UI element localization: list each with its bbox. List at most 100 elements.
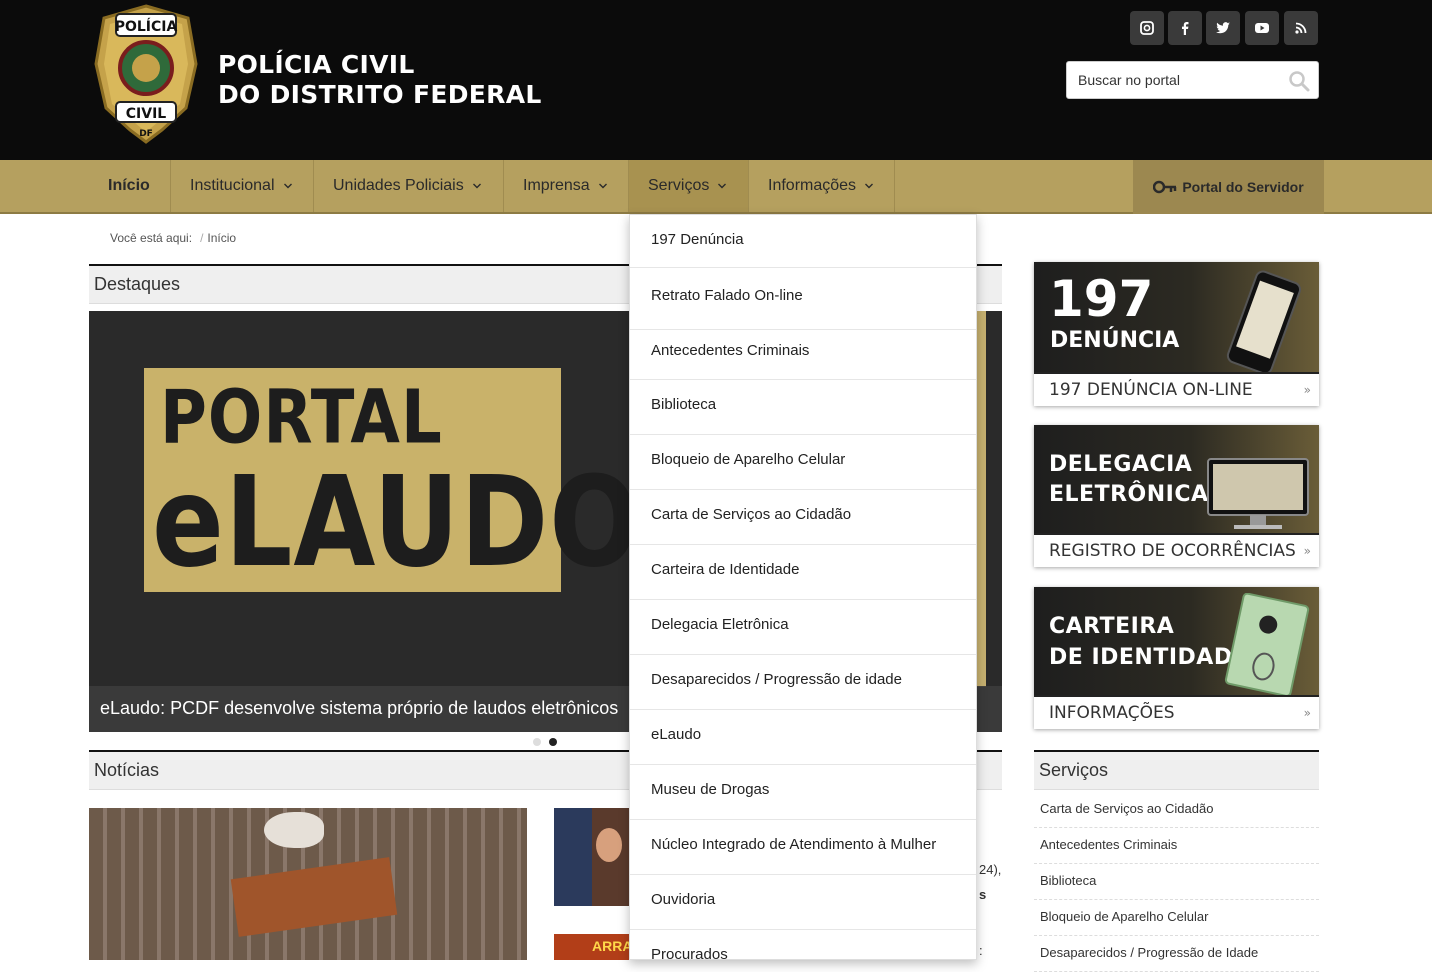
- news-thumbnail[interactable]: [554, 808, 630, 906]
- menu-item-retrato-falado[interactable]: Retrato Falado On-line: [630, 268, 976, 330]
- banner-big-text: DENÚNCIA: [1050, 328, 1180, 353]
- search-box[interactable]: [1066, 61, 1319, 99]
- pcdf-badge-logo[interactable]: POLÍCIA CIVIL DF: [92, 4, 200, 144]
- portal-servidor-label: Portal do Servidor: [1182, 179, 1304, 195]
- computer-monitor-icon: [1207, 458, 1309, 529]
- menu-item-biblioteca[interactable]: Biblioteca: [630, 380, 976, 435]
- site-title-line2: DO DISTRITO FEDERAL: [218, 80, 542, 109]
- menu-item-197-denuncia[interactable]: 197 Denúncia: [630, 215, 976, 268]
- site-title-line1: POLÍCIA CIVIL: [218, 50, 415, 79]
- breadcrumb: Você está aqui: / Início: [110, 231, 236, 245]
- sidebar-servicos-heading: Serviços: [1034, 750, 1319, 790]
- chevron-right-icon: »: [1303, 383, 1311, 397]
- banner-footer-label: INFORMAÇÕES: [1049, 703, 1175, 723]
- banner-big-text: DE IDENTIDADE: [1049, 645, 1249, 670]
- banner-carteira-identidade[interactable]: CARTEIRA DE IDENTIDADE INFORMAÇÕES »: [1034, 587, 1319, 729]
- news-thumbnail-face: [596, 828, 622, 862]
- main-nav: Início Institucional Unidades Policiais …: [0, 160, 1432, 214]
- nav-item-label: Informações: [768, 177, 857, 194]
- menu-item-antecedentes-criminais[interactable]: Antecedentes Criminais: [630, 330, 976, 380]
- menu-item-carta-servicos[interactable]: Carta de Serviços ao Cidadão: [630, 490, 976, 545]
- sidebar-servicos-item[interactable]: Antecedentes Criminais: [1034, 828, 1319, 864]
- badge-df-text: DF: [139, 129, 153, 139]
- news-thumbnail-text: ARRAIÁ: [592, 938, 630, 954]
- news-main-image[interactable]: [89, 808, 527, 960]
- nav-item-label: Imprensa: [523, 177, 590, 194]
- site-header: POLÍCIA CIVIL DF POLÍCIA CIVIL DO DISTRI…: [0, 0, 1432, 160]
- slide-accent-bar: [977, 311, 986, 687]
- instagram-icon[interactable]: [1130, 11, 1164, 45]
- slide-logo-line1: PORTAL: [160, 376, 443, 462]
- news-text-fragment: s: [979, 887, 987, 902]
- sidebar-servicos-item[interactable]: Biblioteca: [1034, 864, 1319, 900]
- search-icon[interactable]: [1288, 70, 1310, 92]
- menu-item-procurados[interactable]: Procurados: [630, 930, 976, 959]
- nav-item-inicio[interactable]: Início: [89, 160, 171, 212]
- sidebar-servicos-item[interactable]: Carta de Serviços ao Cidadão: [1034, 792, 1319, 828]
- banner-footer-label: 197 DENÚNCIA ON-LINE: [1049, 380, 1253, 400]
- banner-delegacia-eletronica[interactable]: DELEGACIA ELETRÔNICA REGISTRO DE OCORRÊN…: [1034, 425, 1319, 567]
- banner-footer: INFORMAÇÕES »: [1034, 695, 1319, 729]
- breadcrumb-separator: /: [200, 231, 204, 245]
- sidebar-servicos-item[interactable]: Desaparecidos / Progressão de Idade: [1034, 936, 1319, 972]
- news-thumbnail[interactable]: ARRAIÁ: [554, 934, 630, 960]
- banner-art: DELEGACIA ELETRÔNICA: [1034, 425, 1319, 533]
- banner-big-number: 197: [1049, 270, 1154, 328]
- menu-item-bloqueio-celular[interactable]: Bloqueio de Aparelho Celular: [630, 435, 976, 490]
- menu-item-delegacia-eletronica[interactable]: Delegacia Eletrônica: [630, 600, 976, 655]
- elaudo-logo: PORTAL eLAUDO: [144, 368, 639, 592]
- banner-footer: REGISTRO DE OCORRÊNCIAS »: [1034, 533, 1319, 567]
- menu-item-ouvidoria[interactable]: Ouvidoria: [630, 875, 976, 930]
- facebook-icon[interactable]: [1168, 11, 1202, 45]
- news-image-bird: [264, 812, 324, 848]
- menu-item-carteira-identidade[interactable]: Carteira de Identidade: [630, 545, 976, 600]
- nav-item-servicos[interactable]: Serviços: [629, 160, 749, 212]
- menu-item-nucleo-mulher[interactable]: Núcleo Integrado de Atendimento à Mulher: [630, 820, 976, 875]
- nav-item-imprensa[interactable]: Imprensa: [504, 160, 629, 212]
- chevron-down-icon: [865, 183, 874, 189]
- slider-dots: [533, 738, 557, 746]
- slide-logo-line2: eLAUDO: [152, 449, 641, 595]
- menu-item-desaparecidos[interactable]: Desaparecidos / Progressão de idade: [630, 655, 976, 710]
- portal-servidor-button[interactable]: Portal do Servidor: [1133, 160, 1324, 214]
- nav-item-informacoes[interactable]: Informações: [749, 160, 895, 212]
- key-icon: [1153, 180, 1177, 194]
- banner-art: CARTEIRA DE IDENTIDADE: [1034, 587, 1319, 697]
- breadcrumb-label: Você está aqui:: [110, 231, 193, 245]
- search-input[interactable]: [1067, 62, 1277, 98]
- nav-item-label: Serviços: [648, 177, 710, 194]
- chevron-right-icon: »: [1303, 706, 1311, 720]
- sidebar-servicos-list: Carta de Serviços ao Cidadão Antecedente…: [1034, 792, 1319, 972]
- servicos-dropdown-menu: 197 Denúncia Retrato Falado On-line Ante…: [629, 214, 977, 960]
- banner-art: 197 DENÚNCIA: [1034, 262, 1319, 375]
- site-title[interactable]: POLÍCIA CIVIL DO DISTRITO FEDERAL: [218, 50, 542, 110]
- smartphone-icon: [1226, 270, 1302, 375]
- nav-item-institucional[interactable]: Institucional: [171, 160, 314, 212]
- news-image-plank: [230, 857, 398, 937]
- slider-dot-active[interactable]: [549, 738, 557, 746]
- nav-item-label: Início: [108, 177, 150, 194]
- nav-item-label: Institucional: [190, 177, 275, 194]
- banner-footer-label: REGISTRO DE OCORRÊNCIAS: [1049, 541, 1296, 561]
- menu-item-museu-drogas[interactable]: Museu de Drogas: [630, 765, 976, 820]
- banner-197-denuncia[interactable]: 197 DENÚNCIA 197 DENÚNCIA ON-LINE »: [1034, 262, 1319, 406]
- banner-big-text: CARTEIRA: [1049, 614, 1175, 639]
- sidebar-servicos-item[interactable]: Bloqueio de Aparelho Celular: [1034, 900, 1319, 936]
- banner-big-text: ELETRÔNICA: [1049, 482, 1209, 507]
- nav-item-unidades-policiais[interactable]: Unidades Policiais: [314, 160, 504, 212]
- badge-top-text: POLÍCIA: [115, 18, 178, 35]
- breadcrumb-current[interactable]: Início: [207, 231, 236, 245]
- twitter-icon[interactable]: [1206, 11, 1240, 45]
- banner-footer: 197 DENÚNCIA ON-LINE »: [1034, 372, 1319, 406]
- id-card-icon: [1224, 593, 1310, 697]
- rss-icon[interactable]: [1284, 11, 1318, 45]
- news-text-fragment: 24),: [979, 862, 1002, 877]
- news-text-fragment: :: [979, 943, 983, 958]
- chevron-down-icon: [283, 183, 292, 189]
- badge-bottom-text: CIVIL: [126, 106, 167, 122]
- menu-item-elaudo[interactable]: eLaudo: [630, 710, 976, 765]
- chevron-down-icon: [472, 183, 481, 189]
- youtube-icon[interactable]: [1245, 11, 1279, 45]
- chevron-right-icon: »: [1303, 544, 1311, 558]
- slider-dot[interactable]: [533, 738, 541, 746]
